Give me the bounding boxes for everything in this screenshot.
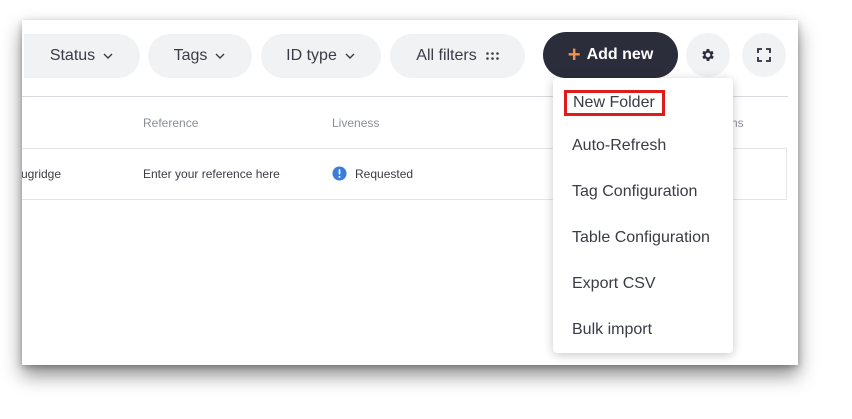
grid-dots-icon — [485, 52, 499, 60]
menu-item-new-folder[interactable]: New Folder — [564, 90, 665, 116]
plus-icon: + — [567, 42, 581, 67]
fullscreen-button[interactable] — [742, 33, 786, 77]
all-filters-label: All filters — [416, 47, 477, 64]
add-new-label: Add new — [586, 46, 654, 63]
menu-item-bulk-import[interactable]: Bulk import — [572, 321, 652, 339]
chevron-down-icon — [345, 53, 355, 59]
info-icon — [332, 166, 347, 181]
menu-item-tag-configuration[interactable]: Tag Configuration — [572, 183, 697, 201]
gear-icon — [702, 49, 714, 61]
tags-filter-button[interactable]: Tags — [148, 34, 252, 78]
app-window: Status Tags ID type All filters + Add ne… — [22, 20, 798, 365]
status-filter-button[interactable]: Status — [24, 34, 140, 78]
add-new-button[interactable]: + Add new — [543, 32, 678, 78]
menu-item-export-csv[interactable]: Export CSV — [572, 275, 656, 293]
reference-column-header: Reference — [143, 116, 199, 130]
id-type-filter-button[interactable]: ID type — [261, 34, 381, 78]
reference-input[interactable]: Enter your reference here — [143, 167, 280, 181]
tags-filter-label: Tags — [173, 47, 208, 64]
menu-item-table-configuration[interactable]: Table Configuration — [572, 229, 710, 247]
name-cell: ugridge — [22, 167, 62, 181]
add-new-dropdown-menu: New Folder Auto-Refresh Tag Configuratio… — [553, 78, 733, 353]
all-filters-button[interactable]: All filters — [390, 34, 525, 78]
chevron-down-icon — [215, 53, 225, 59]
liveness-status: Requested — [355, 167, 414, 181]
status-filter-label: Status — [49, 47, 96, 64]
settings-button[interactable] — [686, 33, 730, 77]
expand-icon — [757, 48, 771, 62]
liveness-column-header: Liveness — [332, 116, 380, 130]
chevron-down-icon — [103, 53, 113, 59]
menu-item-auto-refresh[interactable]: Auto-Refresh — [572, 137, 666, 155]
id-type-filter-label: ID type — [286, 47, 337, 64]
